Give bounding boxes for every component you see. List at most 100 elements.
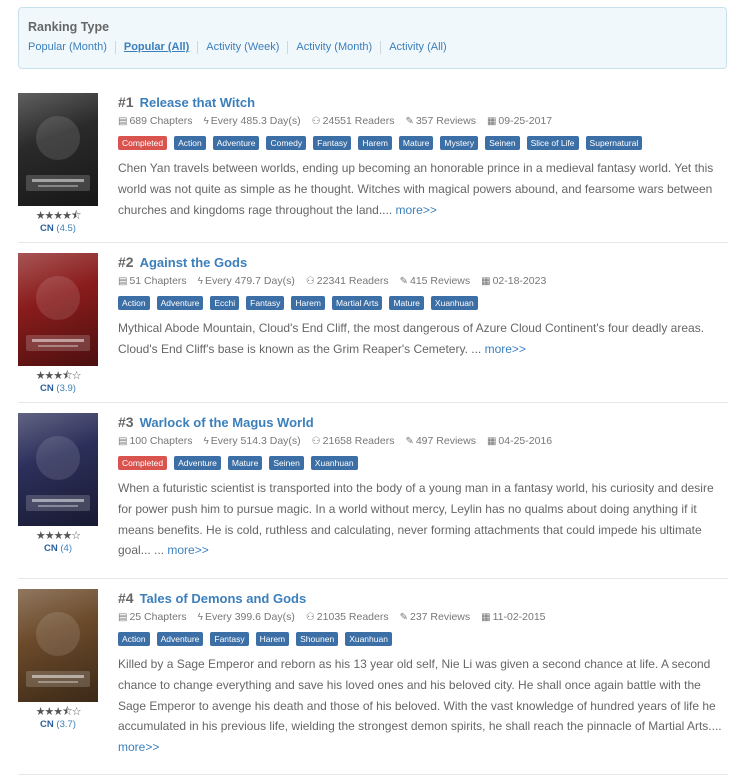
novel-entry: ★★★⯪☆ CN (3.9) #2 Against the Gods ▤ 51 Chapt… <box>18 253 728 403</box>
user-icon: ⚇ <box>311 116 321 127</box>
genre-tag[interactable]: Xuanhuan <box>430 296 478 310</box>
rank-number: #1 <box>118 94 134 110</box>
genre-tag[interactable]: Adventure <box>212 136 260 150</box>
genre-tag[interactable]: Harem <box>255 632 290 646</box>
genre-tag[interactable]: Mature <box>227 456 263 470</box>
reviews-count: ✎ 497 Reviews <box>405 435 476 447</box>
status-badge[interactable]: Completed <box>118 136 168 150</box>
genre-tags: Completed Action Adventure Comedy Fantasy Har… <box>118 136 728 150</box>
calendar-icon: ▦ <box>481 612 491 623</box>
rank-number: #3 <box>118 414 134 430</box>
genre-tag[interactable]: Ecchi <box>210 296 240 310</box>
genre-tag[interactable]: Adventure <box>156 296 204 310</box>
rating: ★★★⯪☆ CN (3.9) <box>18 370 98 394</box>
meta-row: ▤ 25 Chapters ϟ Every 399.6 Day(s) ⚇ 21035 Re… <box>118 610 728 624</box>
genre-tag[interactable]: Action <box>118 296 150 310</box>
status-badge[interactable]: Completed <box>118 456 168 470</box>
ranking-type-panel: Ranking Type Popular (Month) Popular (All… <box>18 7 727 69</box>
readers-count: ⚇ 22341 Readers <box>305 275 389 287</box>
genre-tag[interactable]: Mystery <box>440 136 479 150</box>
genre-tag[interactable]: Harem <box>291 296 325 310</box>
genre-tag[interactable]: Seinen <box>485 136 520 150</box>
reviews-count: ✎ 237 Reviews <box>399 611 471 623</box>
user-icon: ⚇ <box>305 276 315 287</box>
more-link[interactable]: more>> <box>167 543 208 557</box>
ranking-tab-popular-month[interactable]: Popular (Month) <box>28 41 115 54</box>
user-icon: ⚇ <box>305 612 315 623</box>
update-frequency: ϟ Every 399.6 Day(s) <box>197 611 295 623</box>
genre-tag[interactable]: Fantasy <box>210 632 249 646</box>
novel-title-link[interactable]: Release that Witch <box>140 95 255 110</box>
readers-count: ⚇ 21035 Readers <box>305 611 389 623</box>
genre-tag[interactable]: Harem <box>358 136 392 150</box>
calendar-icon: ▦ <box>481 276 491 287</box>
genre-tag[interactable]: Supernatural <box>585 136 643 150</box>
readers-count: ⚇ 24551 Readers <box>311 115 395 127</box>
entry-content: #2 Against the Gods ▤ 51 Chapters ϟ Every 479… <box>118 253 728 360</box>
novel-title-link[interactable]: Tales of Demons and Gods <box>140 591 307 606</box>
ranking-tab-activity-all[interactable]: Activity (All) <box>380 41 454 54</box>
ranking-tabs: Popular (Month) Popular (All) Activity (We… <box>28 41 455 54</box>
genre-tag[interactable]: Action <box>174 136 206 150</box>
rating-stars-icon: ★★★⯪☆ <box>35 370 82 382</box>
rating: ★★★★⯪ CN (4.5) <box>18 210 98 234</box>
cover-image[interactable] <box>18 589 98 702</box>
novel-entry: ★★★★⯪ CN (4.5) #1 Release that Witch ▤ 689 Ch… <box>18 93 728 243</box>
origin-label: CN <box>44 543 58 554</box>
genre-tag[interactable]: Adventure <box>174 456 221 470</box>
calendar-icon: ▦ <box>486 436 497 447</box>
novel-description: Mythical Abode Mountain, Cloud's End Cli… <box>118 321 705 356</box>
origin-label: CN <box>40 383 54 394</box>
pencil-icon: ✎ <box>405 116 414 127</box>
genre-tag[interactable]: Comedy <box>266 136 307 150</box>
cover-image[interactable] <box>18 93 98 206</box>
genre-tag[interactable]: Adventure <box>156 632 204 646</box>
novel-title-link[interactable]: Warlock of the Magus World <box>140 415 314 430</box>
genre-tag[interactable]: Mature <box>398 136 434 150</box>
book-icon: ▤ <box>118 612 128 623</box>
book-icon: ▤ <box>118 116 128 127</box>
genre-tag[interactable]: Fantasy <box>246 296 285 310</box>
genre-tag[interactable]: Shounen <box>296 632 339 646</box>
chapters-count: ▤ 100 Chapters <box>118 435 193 447</box>
rating-score: (4) <box>57 543 72 554</box>
genre-tag[interactable]: Slice of Life <box>526 136 579 150</box>
genre-tag[interactable]: Action <box>118 632 150 646</box>
novel-description: Chen Yan travels between worlds, ending … <box>118 161 714 217</box>
rank-number: #4 <box>118 590 134 606</box>
release-date: ▦ 11-02-2015 <box>481 611 546 623</box>
reviews-count: ✎ 415 Reviews <box>399 275 471 287</box>
genre-tags: Completed Adventure Mature Seinen Xuanhuan <box>118 456 728 470</box>
more-link[interactable]: more>> <box>485 342 526 356</box>
more-link[interactable]: more>> <box>118 740 159 754</box>
novel-description: When a futuristic scientist is transport… <box>118 481 714 558</box>
genre-tag[interactable]: Martial Arts <box>331 296 383 310</box>
ranking-tab-activity-week[interactable]: Activity (Week) <box>197 41 287 54</box>
cover-image[interactable] <box>18 253 98 366</box>
meta-row: ▤ 51 Chapters ϟ Every 479.7 Day(s) ⚇ 22341 Re… <box>118 274 728 288</box>
update-frequency: ϟ Every 479.7 Day(s) <box>197 275 295 287</box>
genre-tag[interactable]: Fantasy <box>313 136 352 150</box>
ranking-tab-activity-month[interactable]: Activity (Month) <box>287 41 380 54</box>
novel-title-link[interactable]: Against the Gods <box>140 255 248 270</box>
ranking-tab-popular-all[interactable]: Popular (All) <box>114 41 197 54</box>
genre-tag[interactable]: Xuanhuan <box>345 632 392 646</box>
genre-tag[interactable]: Xuanhuan <box>310 456 358 470</box>
title-row: #1 Release that Witch <box>118 93 728 111</box>
more-link[interactable]: more>> <box>396 203 437 217</box>
book-icon: ▤ <box>118 276 128 287</box>
origin-label: CN <box>40 719 54 730</box>
genre-tag[interactable]: Mature <box>389 296 424 310</box>
rating-score: (3.7) <box>53 719 76 730</box>
title-row: #3 Warlock of the Magus World <box>118 413 728 431</box>
rating-stars-icon: ★★★⯪☆ <box>35 706 82 718</box>
rating: ★★★★☆ CN (4) <box>18 530 98 554</box>
release-date: ▦ 09-25-2017 <box>486 115 553 127</box>
pencil-icon: ✎ <box>399 276 408 287</box>
cover-image[interactable] <box>18 413 98 526</box>
calendar-icon: ▦ <box>486 116 497 127</box>
bolt-icon: ϟ <box>197 276 203 287</box>
entry-content: #4 Tales of Demons and Gods ▤ 25 Chapters ϟ E… <box>118 589 728 758</box>
genre-tag[interactable]: Seinen <box>269 456 304 470</box>
bolt-icon: ϟ <box>203 436 209 447</box>
